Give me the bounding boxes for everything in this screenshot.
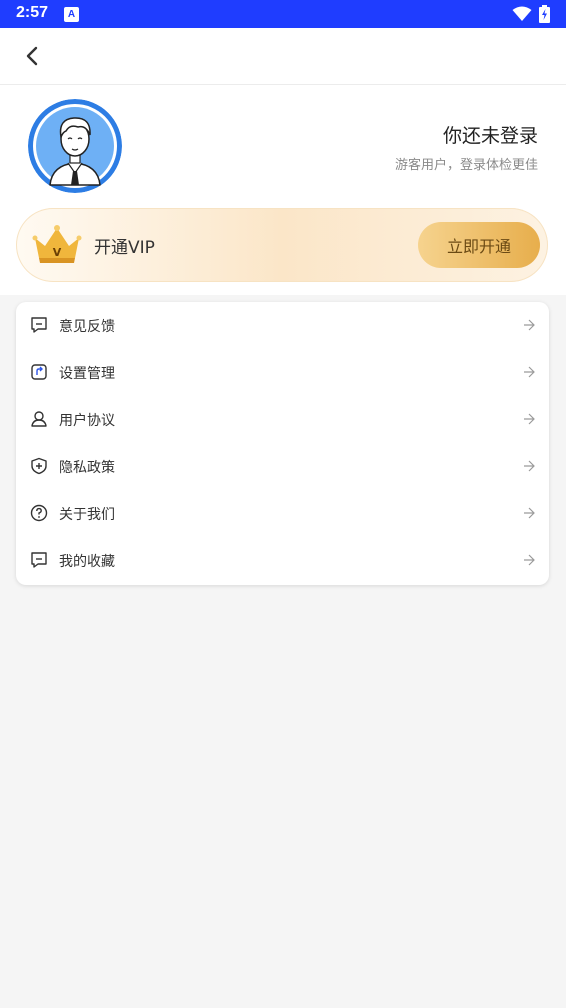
arrow-right-icon [524,366,535,378]
arrow-right-icon [524,554,535,566]
back-button[interactable] [18,42,46,70]
vip-open-button[interactable]: 立即开通 [418,222,540,268]
menu-label: 隐私政策 [59,460,115,476]
arrow-right-icon [524,413,535,425]
app-header [0,28,566,85]
menu-label: 意见反馈 [59,319,115,335]
avatar-image [28,99,122,193]
vip-banner[interactable]: V 开通VIP 立即开通 [16,208,548,282]
menu-label: 用户协议 [59,413,115,429]
menu-item-user-agreement[interactable]: 用户协议 [16,396,549,443]
arrow-right-icon [524,319,535,331]
menu-label: 关于我们 [59,507,115,523]
login-subtitle: 游客用户，登录体检更佳 [394,158,538,173]
menu-item-settings[interactable]: 设置管理 [16,349,549,396]
crown-letter: V [53,246,62,259]
status-bar: 2:57 A [0,0,566,28]
menu-label: 设置管理 [59,366,115,382]
menu-item-about[interactable]: 关于我们 [16,490,549,537]
chevron-left-icon [26,46,38,66]
wifi-icon [512,6,532,21]
avatar[interactable] [28,99,122,193]
menu-item-privacy[interactable]: 隐私政策 [16,443,549,490]
menu-item-feedback[interactable]: 意见反馈 [16,302,549,349]
notification-letter: A [67,9,76,20]
menu-item-favorites[interactable]: 我的收藏 [16,537,549,584]
crown-icon: V [32,225,82,263]
profile-section: 你还未登录 游客用户，登录体检更佳 V 开通VIP 立即开通 [0,85,566,295]
settings-icon [31,364,47,380]
help-icon [30,504,48,522]
favorites-icon [31,552,47,568]
login-title[interactable]: 你还未登录 [443,121,538,148]
status-time: 2:57 [16,4,49,21]
feedback-icon [31,317,47,333]
arrow-right-icon [524,460,535,472]
menu-label: 我的收藏 [59,554,115,570]
arrow-right-icon [524,507,535,519]
user-icon [31,411,47,427]
vip-label: 开通VIP [94,238,155,258]
notification-icon: A [64,7,79,22]
battery-icon [539,5,550,23]
shield-icon [31,457,47,475]
menu-card: 意见反馈 设置管理 用户协议 隐私政策 关于我们 我的收藏 [16,302,549,585]
